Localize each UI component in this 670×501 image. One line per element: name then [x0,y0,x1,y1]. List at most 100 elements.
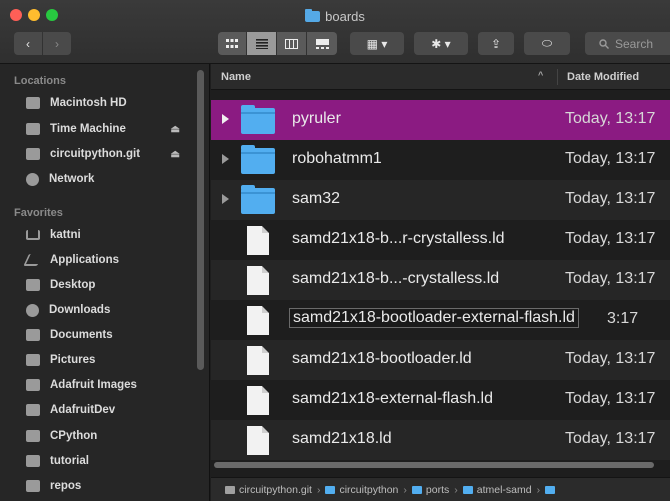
folder-icon [26,379,40,391]
path-segment[interactable]: circuitpython [339,484,398,496]
file-row-ld-1[interactable]: samd21x18-b...r-crystalless.ld Today, 13… [211,220,670,260]
sidebar-item-label: AdafruitDev [50,404,116,416]
sidebar-item-tutorial[interactable]: tutorial [26,450,196,472]
document-icon [247,426,269,455]
sidebar-item-kattni[interactable]: kattni [26,224,196,246]
folder-icon [305,9,321,22]
sidebar-item-downloads[interactable]: Downloads [26,299,196,321]
icon-view-button[interactable] [218,32,246,55]
sidebar-item-label: tutorial [50,455,89,467]
network-icon [26,172,39,186]
sidebar-item-circuitpython-git[interactable]: circuitpython.git ⏏ [26,143,196,165]
sidebar-item-adafruitdev[interactable]: AdafruitDev [26,399,196,421]
eject-icon[interactable]: ⏏ [171,124,180,135]
share-button[interactable]: ⇪ [478,32,514,55]
sidebar-item-pictures[interactable]: Pictures [26,349,196,371]
folder-icon [26,430,40,442]
sidebar-item-label: Downloads [49,304,111,316]
sidebar-item-cpython[interactable]: CPython [26,425,196,447]
file-name: samd21x18-b...-crystalless.ld [292,270,500,287]
rename-field[interactable]: samd21x18-bootloader-external-flash.ld [289,308,579,328]
file-date: Today, 13:17 [565,230,656,247]
sidebar-item-label: Documents [50,329,113,341]
sidebar-item-time-machine[interactable]: Time Machine ⏏ [26,118,196,140]
sidebar-item-adafruit-images[interactable]: Adafruit Images [26,374,196,396]
sidebar-item-network[interactable]: Network [26,168,196,190]
sidebar-item-label: Desktop [50,279,96,291]
search-icon [599,38,609,49]
desktop-icon [26,279,40,291]
file-row-ld-3[interactable]: samd21x18-bootloader-external-flash.ld 3… [211,300,670,340]
sidebar-item-label: Network [49,173,95,185]
group-icon: ▦ ▾ [366,36,388,51]
file-date: 3:17 [607,310,639,327]
file-row-robohatmm1[interactable]: robohatmm1 Today, 13:17 [211,140,670,180]
home-icon [26,230,40,240]
folder-icon [26,455,40,467]
column-view-button[interactable] [277,32,306,55]
path-segment[interactable]: circuitpython.git [239,484,312,496]
file-row-ld-4[interactable]: samd21x18-bootloader.ld Today, 13:17 [211,340,670,380]
sidebar-item-label: Macintosh HD [50,97,127,109]
path-separator: › [454,483,458,496]
search-field[interactable]: Search [585,32,670,55]
file-row-sam32[interactable]: sam32 Today, 13:17 [211,180,670,220]
gallery-view-button[interactable] [307,32,337,55]
window-title: boards [0,9,670,24]
time-machine-icon [26,123,40,135]
list-view-button[interactable] [247,32,276,55]
sidebar-item-label: Applications [50,254,120,266]
path-segment[interactable]: ports [426,484,449,496]
action-menu-button[interactable]: ✱ ▾ [414,32,468,55]
forward-button[interactable]: › [43,32,71,55]
path-bar: circuitpython.git › circuitpython › port… [211,477,670,501]
file-date: Today, 13:17 [565,270,656,287]
folder-icon [26,404,40,416]
sidebar-item-documents[interactable]: Documents [26,324,196,346]
file-name: sam32 [292,190,341,207]
file-row-ld-5[interactable]: samd21x18-external-flash.ld Today, 13:17 [211,380,670,420]
path-segment[interactable]: atmel-samd [477,484,532,496]
horizontal-scrollbar[interactable] [214,462,654,468]
path-separator: › [536,483,541,496]
forward-icon: › [55,36,59,51]
file-row-ld-2[interactable]: samd21x18-b...-crystalless.ld Today, 13:… [211,260,670,300]
disclosure-triangle-icon[interactable] [222,194,229,204]
documents-icon [26,329,40,341]
file-date: Today, 13:17 [565,390,656,407]
list-view-icon [255,38,268,49]
downloads-icon [26,303,39,317]
file-row-ld-6[interactable]: samd21x18.ld Today, 13:17 [211,420,670,460]
back-icon: ‹ [26,36,30,51]
file-name: pyruler [292,110,341,127]
sidebar-scrollbar[interactable] [197,70,204,370]
disclosure-triangle-icon[interactable] [222,114,229,124]
sidebar-item-desktop[interactable]: Desktop [26,274,196,296]
sidebar-item-label: kattni [50,229,81,241]
file-list: Name ^ Date Modified pyruler Today, 13:1… [211,64,670,501]
back-button[interactable]: ‹ [14,32,42,55]
folder-icon [241,145,275,174]
path-separator: › [403,483,407,496]
sidebar-item-repos[interactable]: repos [26,475,196,497]
sidebar-item-label: Time Machine [50,123,126,135]
gallery-view-icon [315,38,329,49]
sidebar-item-label: Pictures [50,354,96,366]
disclosure-triangle-icon[interactable] [222,154,229,164]
eject-icon[interactable]: ⏏ [171,149,180,160]
date-modified-column-header[interactable]: Date Modified [567,71,639,83]
sidebar-item-macintosh-hd[interactable]: Macintosh HD [26,92,196,114]
sidebar-item-applications[interactable]: Applications [23,249,196,271]
document-icon [247,346,269,375]
file-row-pyruler[interactable]: pyruler Today, 13:17 [211,100,670,140]
name-column-header[interactable]: Name [221,71,251,83]
tags-button[interactable]: ⬭ [524,32,570,55]
folder-icon [325,485,336,494]
file-name: samd21x18.ld [292,430,392,447]
group-by-button[interactable]: ▦ ▾ [350,32,404,55]
search-placeholder: Search [615,36,654,51]
column-divider[interactable] [557,69,558,85]
disk-icon [26,148,40,160]
share-icon: ⇪ [490,36,502,51]
file-name: samd21x18-b...r-crystalless.ld [292,230,505,247]
